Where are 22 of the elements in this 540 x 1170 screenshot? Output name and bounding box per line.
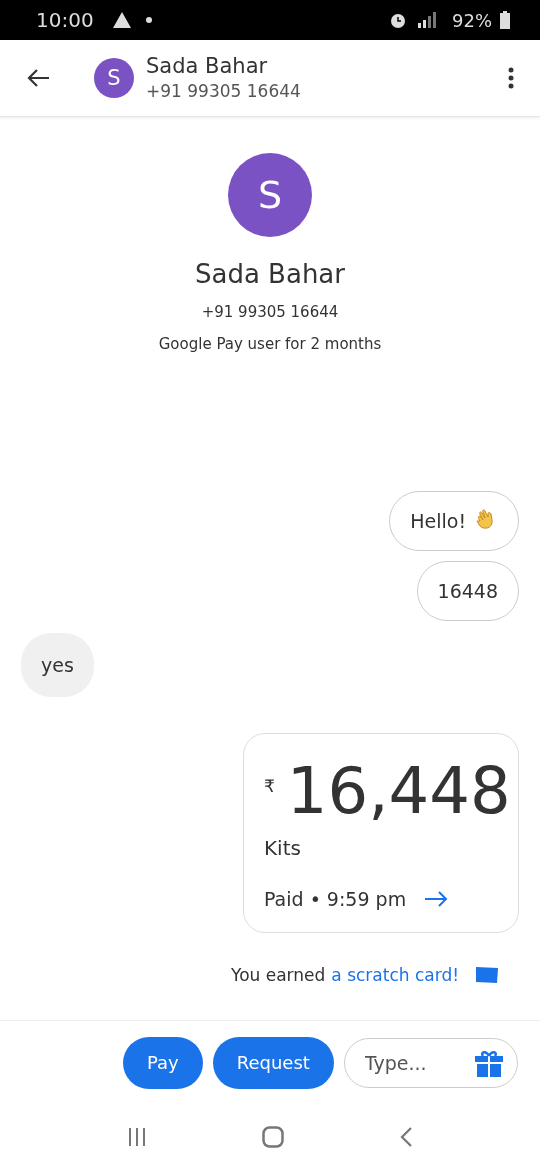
payment-card[interactable]: ₹ 16,448 Kits Paid • 9:59 pm bbox=[243, 733, 519, 933]
status-time: 10:00 bbox=[36, 8, 94, 32]
currency-symbol: ₹ bbox=[264, 776, 275, 796]
profile-name: Sada Bahar bbox=[195, 259, 345, 289]
profile-note: Google Pay user for 2 months bbox=[158, 335, 382, 353]
payment-amount: 16,448 bbox=[286, 754, 511, 828]
message-text: yes bbox=[41, 654, 74, 676]
contact-avatar[interactable]: S bbox=[94, 58, 134, 98]
scratch-card-link[interactable]: a scratch card! bbox=[331, 965, 459, 985]
message-text: Hello! bbox=[410, 510, 466, 532]
contact-name: Sada Bahar bbox=[146, 53, 269, 79]
message-text: 16448 bbox=[437, 580, 498, 602]
contact-phone: +91 99305 16644 bbox=[146, 80, 302, 103]
payment-status: Paid • 9:59 pm bbox=[264, 888, 407, 910]
profile-phone: +91 99305 16644 bbox=[201, 303, 339, 321]
profile-avatar: S bbox=[228, 153, 312, 237]
pay-button[interactable]: Pay bbox=[123, 1036, 203, 1089]
request-button[interactable]: Request bbox=[212, 1036, 334, 1089]
reward-text: You earned bbox=[231, 965, 326, 985]
message-field[interactable]: Type... bbox=[343, 1037, 518, 1088]
battery-level: 92% bbox=[452, 9, 492, 31]
payment-note: Kits bbox=[264, 836, 302, 860]
